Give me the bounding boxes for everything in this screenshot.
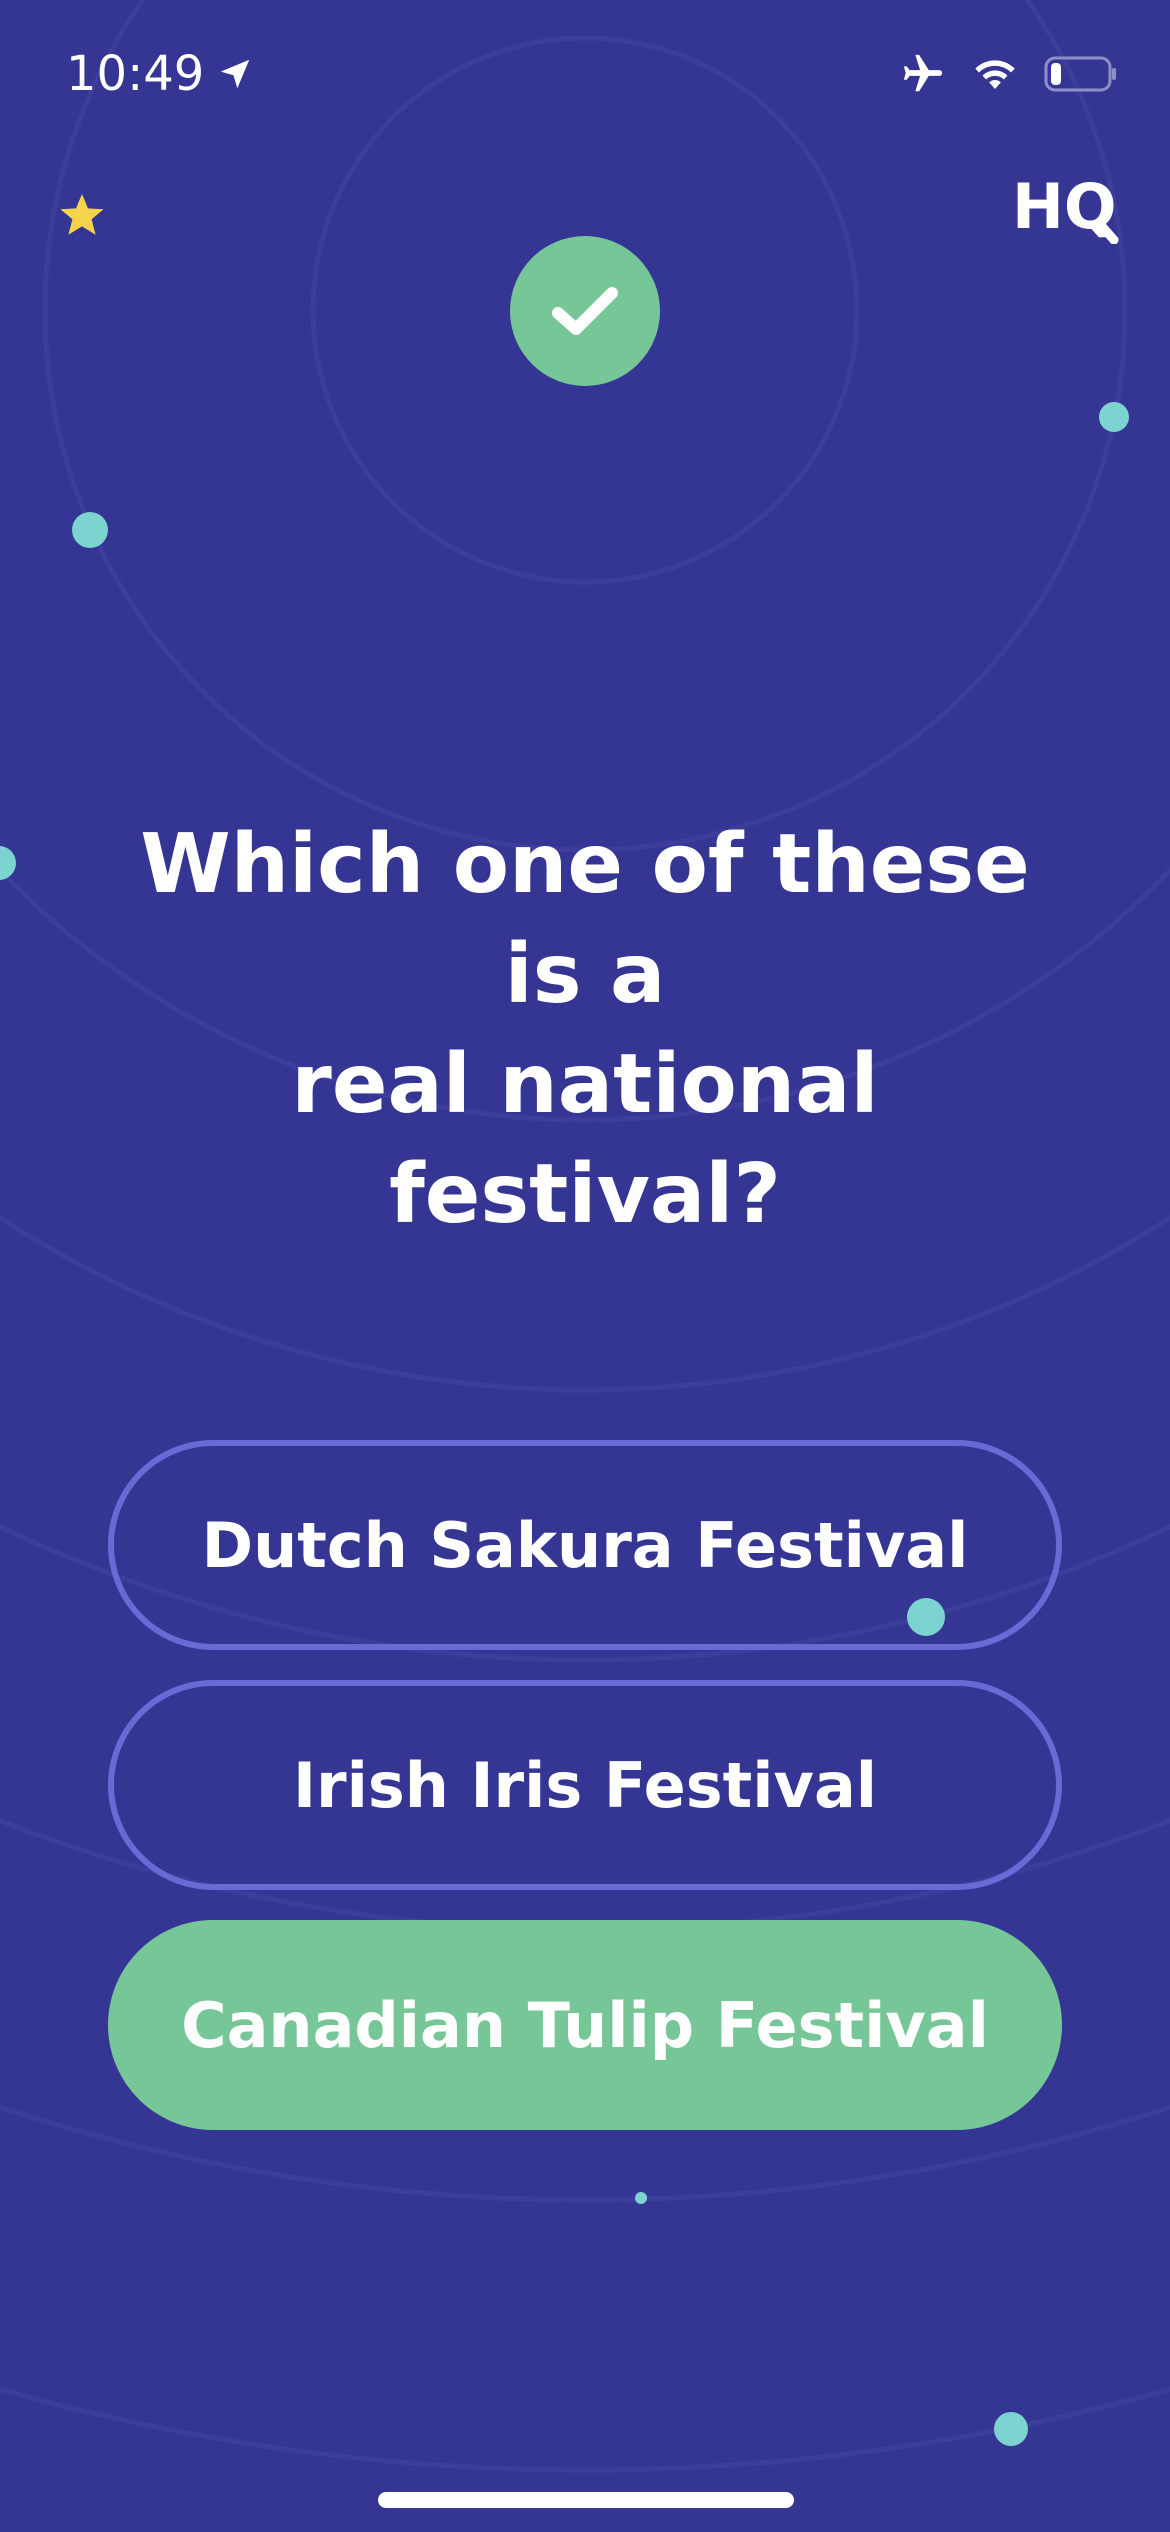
status-bar-icons	[900, 44, 1118, 104]
wifi-icon	[970, 54, 1020, 94]
hq-logo: HQ	[1012, 170, 1122, 248]
checkmark-icon	[550, 283, 620, 339]
home-indicator[interactable]	[378, 2492, 794, 2508]
hq-logo-text: HQ	[1012, 174, 1117, 243]
answer-option-2[interactable]: Irish Iris Festival	[108, 1680, 1062, 1890]
decorative-dot	[1099, 402, 1129, 432]
airplane-icon	[900, 51, 946, 97]
answer-option-3-correct[interactable]: Canadian Tulip Festival	[108, 1920, 1062, 2130]
decorative-dot	[907, 1598, 945, 1636]
decorative-dot	[0, 846, 16, 880]
question-text: Which one of these is a real national fe…	[90, 810, 1080, 1250]
decorative-dot	[994, 2412, 1028, 2446]
trivia-screen: 10:49 HQ Which one of these is a real na…	[0, 0, 1170, 2532]
answer-label: Dutch Sakura Festival	[201, 1508, 969, 1582]
time-label: 10:49	[66, 46, 205, 102]
answer-label: Irish Iris Festival	[292, 1748, 878, 1822]
correct-answer-badge	[510, 236, 660, 386]
star-icon[interactable]	[58, 192, 106, 242]
status-bar-time: 10:49	[66, 44, 254, 104]
question-line-1: Which one of these is a	[140, 817, 1030, 1022]
answer-label: Canadian Tulip Festival	[181, 1988, 989, 2062]
location-arrow-icon	[216, 55, 254, 93]
battery-low-icon	[1044, 55, 1118, 93]
decorative-dot	[72, 512, 108, 548]
decorative-dot	[635, 2192, 647, 2204]
question-line-2: real national festival?	[291, 1037, 879, 1242]
